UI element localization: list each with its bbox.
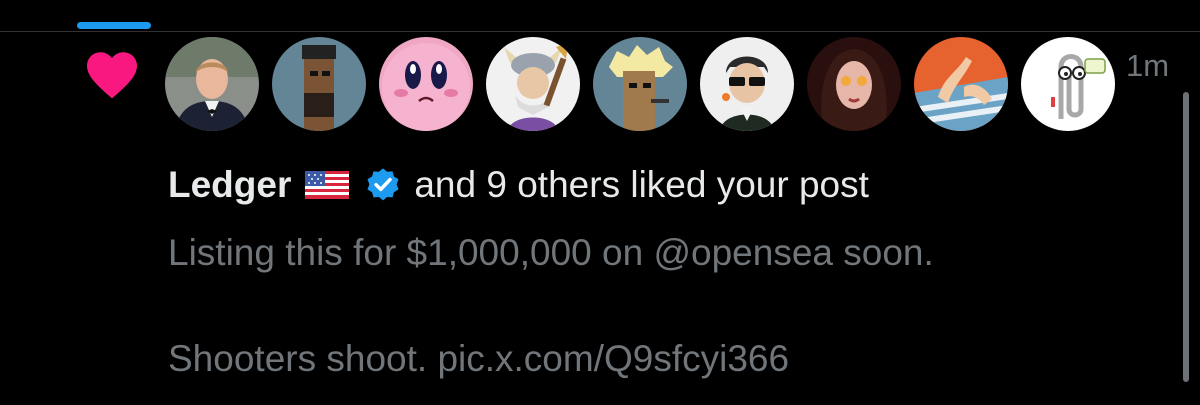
scrollbar[interactable] xyxy=(1183,92,1189,382)
avatar-7[interactable] xyxy=(807,37,901,131)
avatar-4[interactable] xyxy=(486,37,580,131)
avatar-5[interactable] xyxy=(593,37,687,131)
timestamp: 1m xyxy=(1126,48,1170,83)
post-text-line-1: Listing this for $1,000,000 on @opensea … xyxy=(168,232,934,273)
avatar-6[interactable] xyxy=(700,37,794,131)
heart-icon xyxy=(87,52,137,99)
avatar-9[interactable] xyxy=(1021,37,1115,131)
notifications-screen: 1m Ledger and 9 others liked your post L… xyxy=(0,0,1200,405)
divider xyxy=(0,31,1200,32)
us-flag-icon xyxy=(305,171,350,199)
avatar-1[interactable] xyxy=(165,37,259,131)
avatar-3[interactable] xyxy=(379,37,473,131)
user-name[interactable]: Ledger xyxy=(168,164,291,206)
active-tab-indicator xyxy=(77,22,151,29)
avatar-8[interactable] xyxy=(914,37,1008,131)
avatar-2[interactable] xyxy=(272,37,366,131)
verified-badge-icon xyxy=(367,168,399,201)
action-text: and 9 others liked your post xyxy=(414,164,869,205)
notification-headline: Ledger and 9 others liked your post xyxy=(168,164,869,206)
post-text-line-2: Shooters shoot. pic.x.com/Q9sfcyi366 xyxy=(168,338,790,379)
